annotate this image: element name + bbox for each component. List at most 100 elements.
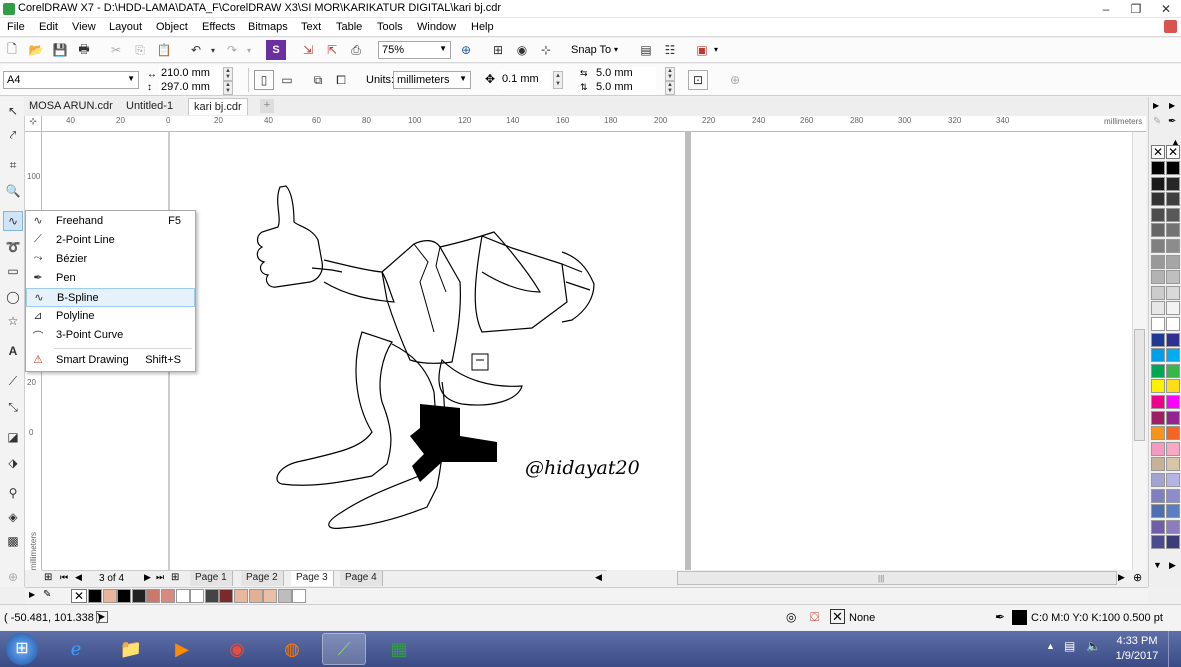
launcher-dropdown-icon[interactable]: ▾ <box>714 45 718 54</box>
color-swatch[interactable] <box>1166 239 1180 253</box>
units-dropdown[interactable]: millimeters ▼ <box>393 71 471 89</box>
document-color-swatch[interactable] <box>277 589 292 603</box>
menu-tools[interactable]: Tools <box>377 21 403 33</box>
fill-bucket-icon[interactable]: ⛋ <box>810 610 819 625</box>
width-spinner[interactable]: ▲ ▼ <box>223 67 233 81</box>
color-swatch[interactable] <box>1151 192 1165 207</box>
color-swatch[interactable] <box>1151 285 1165 300</box>
vertical-scroll-thumb[interactable] <box>1134 329 1145 441</box>
document-color-swatch[interactable] <box>117 589 132 603</box>
color-swatch[interactable] <box>1166 176 1180 191</box>
add-toolbar-item-icon[interactable]: ⊕ <box>725 70 745 90</box>
palette-down-arrow-icon[interactable]: ▼ <box>1153 560 1162 570</box>
color-swatch[interactable] <box>1166 332 1180 347</box>
add-tool-icon[interactable]: ⊕ <box>3 567 23 587</box>
text-tool-icon[interactable]: A <box>3 341 23 361</box>
rectangle-tool-icon[interactable]: ▭ <box>3 261 23 281</box>
menu-help[interactable]: Help <box>471 21 494 33</box>
vertical-scrollbar[interactable] <box>1132 132 1146 570</box>
zoom-navigator-icon[interactable]: ⊕ <box>1133 571 1142 584</box>
print-icon[interactable]: 🖶 <box>74 40 94 60</box>
color-swatch[interactable] <box>1151 473 1165 487</box>
palette-flyout-icon[interactable]: ▶ <box>1169 101 1175 110</box>
nudge-spinner[interactable]: ▲ ▼ <box>553 71 563 89</box>
scroll-right-icon[interactable]: ▶ <box>1118 572 1125 583</box>
palette-eyedropper-icon[interactable]: ✎ <box>1153 116 1161 127</box>
color-swatch[interactable] <box>1166 426 1180 441</box>
document-color-swatch[interactable] <box>88 589 102 603</box>
menu-edit[interactable]: Edit <box>39 21 58 33</box>
portrait-icon[interactable]: ▯ <box>254 70 274 90</box>
start-button-icon[interactable]: ⊞ <box>6 633 38 665</box>
color-swatch[interactable] <box>1151 395 1165 409</box>
status-expand-icon[interactable]: ▶ <box>96 611 108 623</box>
color-swatch[interactable] <box>1166 504 1180 519</box>
page-height-field[interactable]: 297.0 mm <box>159 81 221 95</box>
firefox-icon[interactable]: ◍ <box>270 633 314 665</box>
color-swatch[interactable] <box>1151 161 1165 175</box>
color-swatch[interactable] <box>1166 207 1180 222</box>
transparency-tool-icon[interactable]: ⬗ <box>3 453 23 473</box>
network-icon[interactable]: ▤ <box>1064 639 1075 653</box>
color-swatch[interactable] <box>1151 223 1165 238</box>
page-tab-3[interactable]: Page 3 <box>291 571 334 586</box>
color-swatch[interactable] <box>1166 395 1180 409</box>
document-color-swatch[interactable] <box>263 589 278 603</box>
flyout-item-pen[interactable]: ✒ Pen <box>26 269 195 288</box>
volume-icon[interactable]: 🔈 <box>1086 639 1101 653</box>
menu-table[interactable]: Table <box>336 21 362 33</box>
next-page-icon[interactable]: ▶ <box>144 572 151 583</box>
internet-explorer-icon[interactable]: ℯ <box>54 633 98 665</box>
document-color-swatch[interactable] <box>161 589 175 603</box>
color-swatch[interactable] <box>1151 239 1165 253</box>
color-swatch[interactable] <box>1151 332 1165 347</box>
palette-eyedropper-icon[interactable]: ✎ <box>43 589 51 600</box>
welcome-screen-icon[interactable]: ▤ <box>636 40 656 60</box>
document-color-swatch[interactable] <box>292 589 307 603</box>
show-grid-icon[interactable]: ◉ <box>512 40 532 60</box>
color-swatch[interactable] <box>1151 504 1165 519</box>
tab-untitled-1[interactable]: Untitled-1 <box>121 98 178 115</box>
minimize-button[interactable]: – <box>1091 0 1121 18</box>
no-color-swatch[interactable]: ✕ <box>1166 145 1180 159</box>
artistic-media-tool-icon[interactable]: ➰ <box>3 237 23 257</box>
color-swatch[interactable] <box>1151 426 1165 441</box>
color-swatch[interactable] <box>1166 285 1180 300</box>
connector-tool-icon[interactable]: ⤡ <box>3 397 23 417</box>
user-account-icon[interactable] <box>1164 20 1177 33</box>
no-fill-swatch[interactable]: ✕ <box>830 609 845 624</box>
color-swatch[interactable] <box>1151 317 1165 331</box>
document-color-swatch[interactable] <box>146 589 161 603</box>
horizontal-ruler[interactable]: 40 20 0 20 40 60 80 100 120 140 160 180 … <box>42 116 1146 132</box>
copy-icon[interactable]: ⎘ <box>130 40 150 60</box>
new-tab-icon[interactable]: + <box>260 99 274 113</box>
flyout-item-polyline[interactable]: ⊿ Polyline <box>26 307 195 326</box>
color-swatch[interactable] <box>1166 473 1180 487</box>
palette-expand-icon[interactable]: ▶ <box>1169 560 1176 571</box>
parallel-dimension-tool-icon[interactable]: ⟋ <box>3 371 23 391</box>
current-page-icon[interactable]: ⧠ <box>331 70 351 90</box>
chrome-icon[interactable]: ◉ <box>215 633 259 665</box>
dup-y-spinner[interactable]: ▲ ▼ <box>665 81 675 95</box>
color-swatch[interactable] <box>1166 317 1180 331</box>
close-button[interactable]: ✕ <box>1151 0 1181 18</box>
polygon-tool-icon[interactable]: ☆ <box>3 311 23 331</box>
color-swatch[interactable] <box>1151 379 1165 394</box>
menu-file[interactable]: File <box>7 21 25 33</box>
open-icon[interactable]: 📂 <box>26 40 46 60</box>
color-swatch[interactable] <box>1151 535 1165 550</box>
first-page-icon[interactable]: ⏮ <box>60 572 68 583</box>
outline-pen-icon[interactable]: ✒ <box>995 610 1005 624</box>
media-player-icon[interactable]: ▶ <box>160 633 204 665</box>
document-color-swatch[interactable] <box>204 589 219 603</box>
maximize-button[interactable]: ❐ <box>1121 0 1151 18</box>
last-page-icon[interactable]: ⏭ <box>156 572 164 583</box>
landscape-icon[interactable]: ▭ <box>277 70 297 90</box>
document-color-swatch[interactable] <box>131 589 146 603</box>
palette-menu-icon[interactable]: ▶ <box>29 590 35 599</box>
drop-shadow-tool-icon[interactable]: ◪ <box>3 427 23 447</box>
color-swatch[interactable] <box>1166 301 1180 316</box>
color-swatch[interactable] <box>1166 161 1180 175</box>
crop-tool-icon[interactable]: ⌗ <box>3 155 23 175</box>
snap-to-button[interactable]: Snap To <box>571 44 611 56</box>
